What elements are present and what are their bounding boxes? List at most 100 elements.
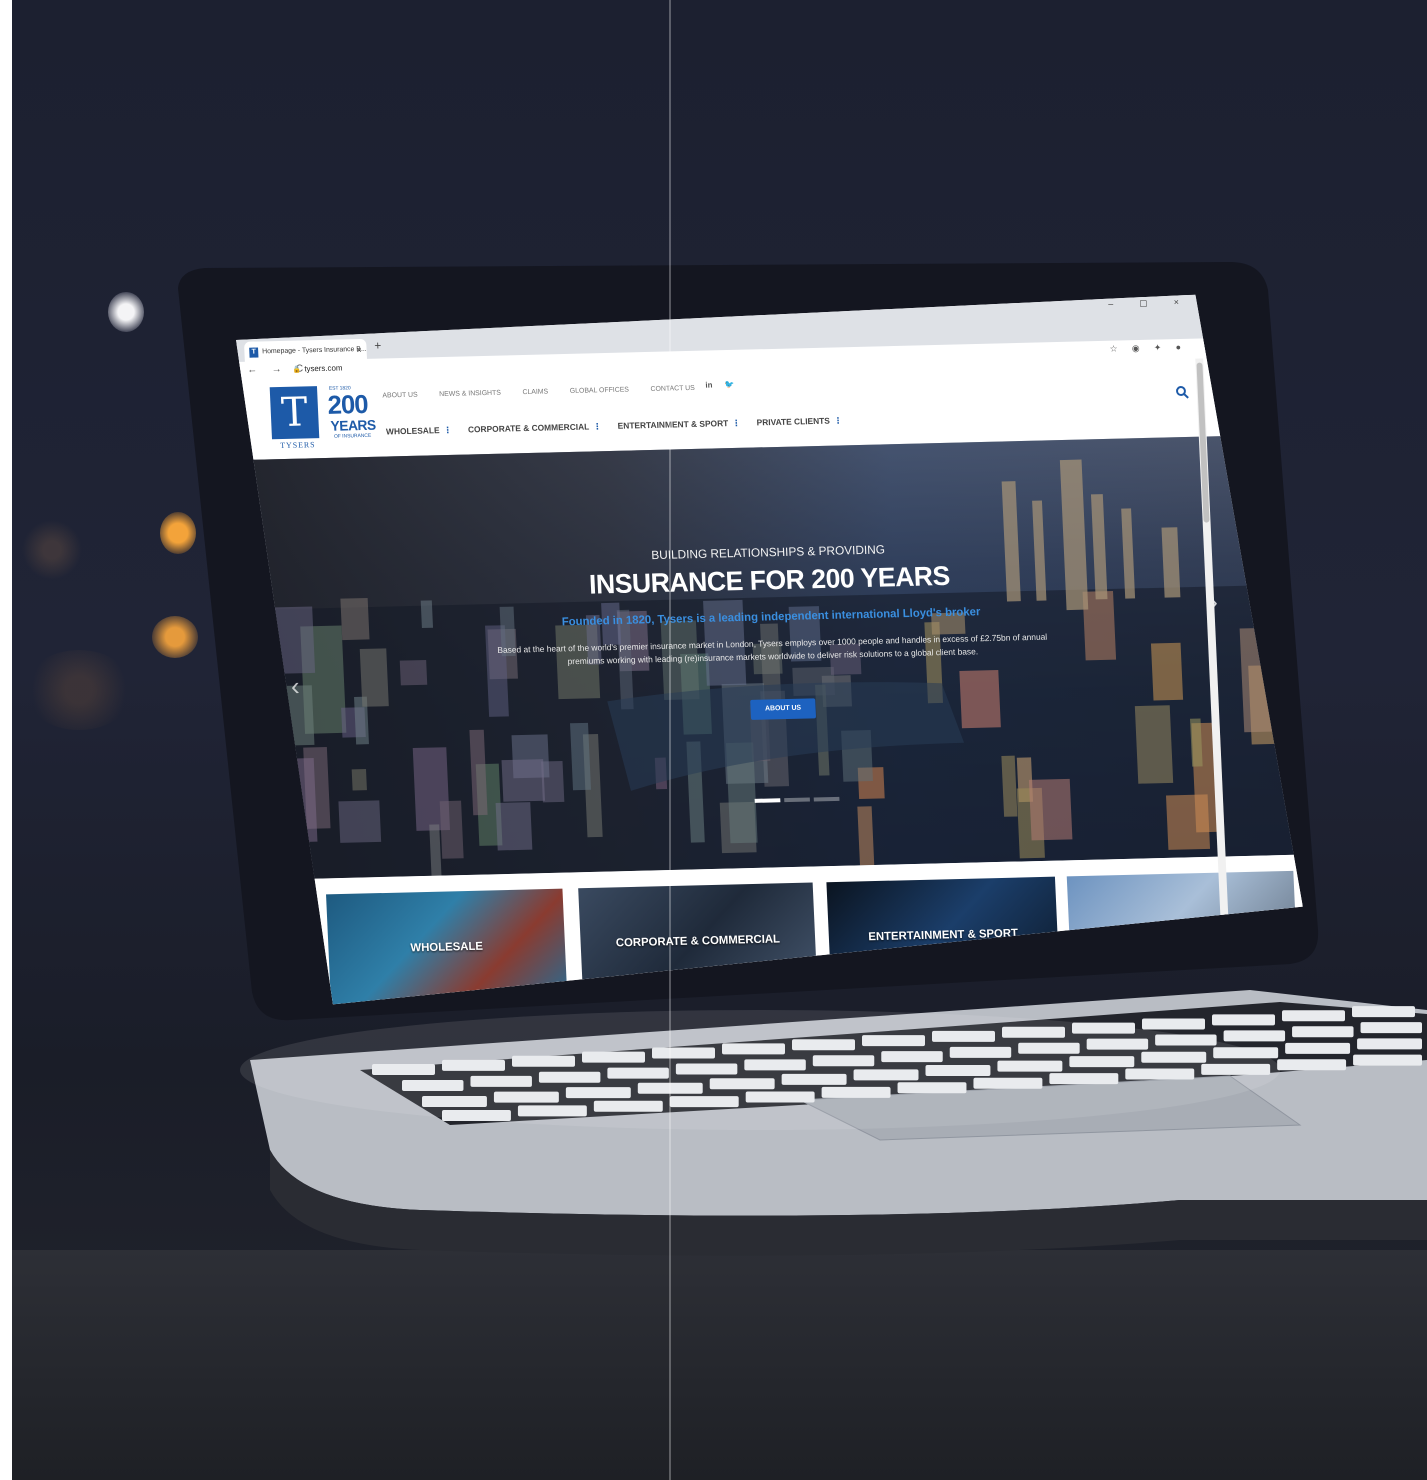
carousel-dot[interactable] (814, 797, 840, 802)
keyboard-key (1282, 1010, 1345, 1022)
keyboard-key (1352, 1006, 1415, 1018)
tile-label: WHOLESALE (410, 940, 484, 955)
keyboard-key (593, 1100, 663, 1112)
hero-banner: BUILDING RELATIONSHIPS & PROVIDING INSUR… (241, 435, 1304, 880)
building-shape (1151, 643, 1183, 701)
tab-close-icon[interactable]: × (356, 339, 362, 361)
building-shape (959, 670, 1000, 728)
carousel-dot[interactable] (784, 798, 810, 803)
keyboard-key (422, 1096, 487, 1107)
keyboard-key (675, 1063, 738, 1075)
nav-label: ENTERTAINMENT & SPORT (617, 418, 729, 431)
keyboard-key (1357, 1038, 1422, 1050)
about-us-button[interactable]: ABOUT US (750, 698, 816, 720)
keyboard-key (744, 1059, 806, 1071)
keyboard-key (925, 1065, 991, 1076)
tower-shape (1060, 460, 1088, 611)
building-shape (421, 600, 433, 628)
window-controls[interactable]: – ▢ × (1108, 297, 1191, 310)
building-shape (440, 801, 464, 859)
browser-screen: T Homepage - Tysers Insurance B... × + –… (235, 293, 1310, 1008)
keyboard-key (821, 1086, 891, 1098)
tower-shape (1161, 527, 1180, 597)
keyboard-key (722, 1043, 785, 1055)
keyboard-key (1141, 1051, 1207, 1063)
keyboard-key (709, 1078, 775, 1090)
building-shape (340, 598, 369, 640)
favicon-icon: T (249, 347, 258, 357)
tab-title: Homepage - Tysers Insurance B... (262, 345, 367, 356)
keyboard-key (1069, 1056, 1135, 1068)
nav-corporate[interactable]: CORPORATE & COMMERCIAL ⋮ (468, 421, 602, 434)
logo-wordmark[interactable]: TYSERS (272, 440, 324, 450)
vertical-guide-line (669, 0, 671, 1480)
building-shape (496, 802, 533, 850)
keyboard-key (442, 1110, 511, 1121)
keyboard-key (812, 1055, 875, 1067)
keyboard-key (1360, 1022, 1422, 1034)
lock-icon: 🔒 (292, 366, 302, 374)
building-shape (1190, 719, 1203, 767)
keyboard-key (470, 1075, 532, 1087)
keyboard-key (1002, 1026, 1065, 1038)
extension-icons[interactable]: ☆ ◉ ✦ ● (1109, 342, 1187, 355)
new-tab-icon[interactable]: + (374, 338, 382, 352)
keyboard-key (442, 1059, 505, 1071)
keyboard-key (512, 1055, 575, 1067)
top-link-offices[interactable]: GLOBAL OFFICES (570, 386, 629, 394)
keyboard-key (1155, 1034, 1217, 1046)
building-shape (570, 723, 591, 790)
keyboard-key (1086, 1038, 1149, 1050)
keyboard-key (973, 1077, 1043, 1089)
carousel-dot[interactable] (755, 798, 781, 803)
keyboard-key (565, 1087, 631, 1099)
top-link-about[interactable]: ABOUT US (382, 392, 417, 400)
top-link-news[interactable]: NEWS & INSIGHTS (439, 390, 501, 399)
keyboard-key (1125, 1068, 1195, 1080)
twitter-icon[interactable]: 🐦 (724, 380, 734, 389)
nav-entertainment[interactable]: ENTERTAINMENT & SPORT ⋮ (617, 418, 740, 431)
top-link-contact[interactable]: CONTACT US (650, 385, 695, 393)
keyboard-key (1285, 1042, 1351, 1054)
building-shape (338, 800, 381, 842)
keyboard-key (997, 1060, 1063, 1072)
tower-shape (1091, 494, 1108, 599)
keyboard-key (853, 1069, 919, 1081)
keyboard-key (1201, 1063, 1271, 1075)
keyboard-key (1049, 1073, 1119, 1085)
logo-mark[interactable]: T (270, 386, 320, 439)
url-text[interactable]: tysers.com (304, 363, 342, 373)
menu-dots-icon: ⋮ (443, 424, 453, 436)
building-shape (1001, 756, 1017, 817)
keyboard-key (745, 1091, 815, 1103)
keyboard-key (792, 1039, 855, 1051)
building-shape (1029, 779, 1073, 840)
nav-label: CORPORATE & COMMERCIAL (467, 421, 590, 435)
menu-dots-icon: ⋮ (592, 421, 602, 432)
keyboard-key (607, 1067, 669, 1079)
main-nav: WHOLESALE ⋮ CORPORATE & COMMERCIAL ⋮ ENTER… (386, 415, 856, 437)
anniversary-word: YEARS (330, 416, 376, 434)
tile-label: CORPORATE & COMMERCIAL (615, 933, 781, 950)
building-shape (352, 769, 367, 790)
top-link-claims[interactable]: CLAIMS (522, 388, 548, 396)
keyboard-key (1018, 1042, 1080, 1054)
keyboard-key (949, 1046, 1012, 1058)
keyboard-key (862, 1035, 925, 1047)
search-icon[interactable] (1175, 385, 1189, 399)
keyboard-key (932, 1030, 995, 1042)
keyboard-key (1292, 1026, 1354, 1038)
menu-dots-icon: ⋮ (833, 415, 843, 426)
carousel-prev-icon[interactable]: ‹ (290, 671, 300, 702)
keyboard-key (1213, 1047, 1279, 1059)
building-shape (1166, 794, 1210, 849)
keyboard-key (1277, 1059, 1347, 1071)
keyboard-key (1212, 1014, 1275, 1026)
nav-private-clients[interactable]: PRIVATE CLIENTS ⋮ (756, 415, 842, 427)
linkedin-icon[interactable]: in (705, 380, 712, 389)
tower-shape (1032, 501, 1046, 601)
keyboard-key (1353, 1054, 1422, 1066)
keyboard-key (372, 1064, 435, 1075)
menu-dots-icon: ⋮ (731, 417, 741, 429)
nav-wholesale[interactable]: WHOLESALE ⋮ (386, 425, 452, 437)
